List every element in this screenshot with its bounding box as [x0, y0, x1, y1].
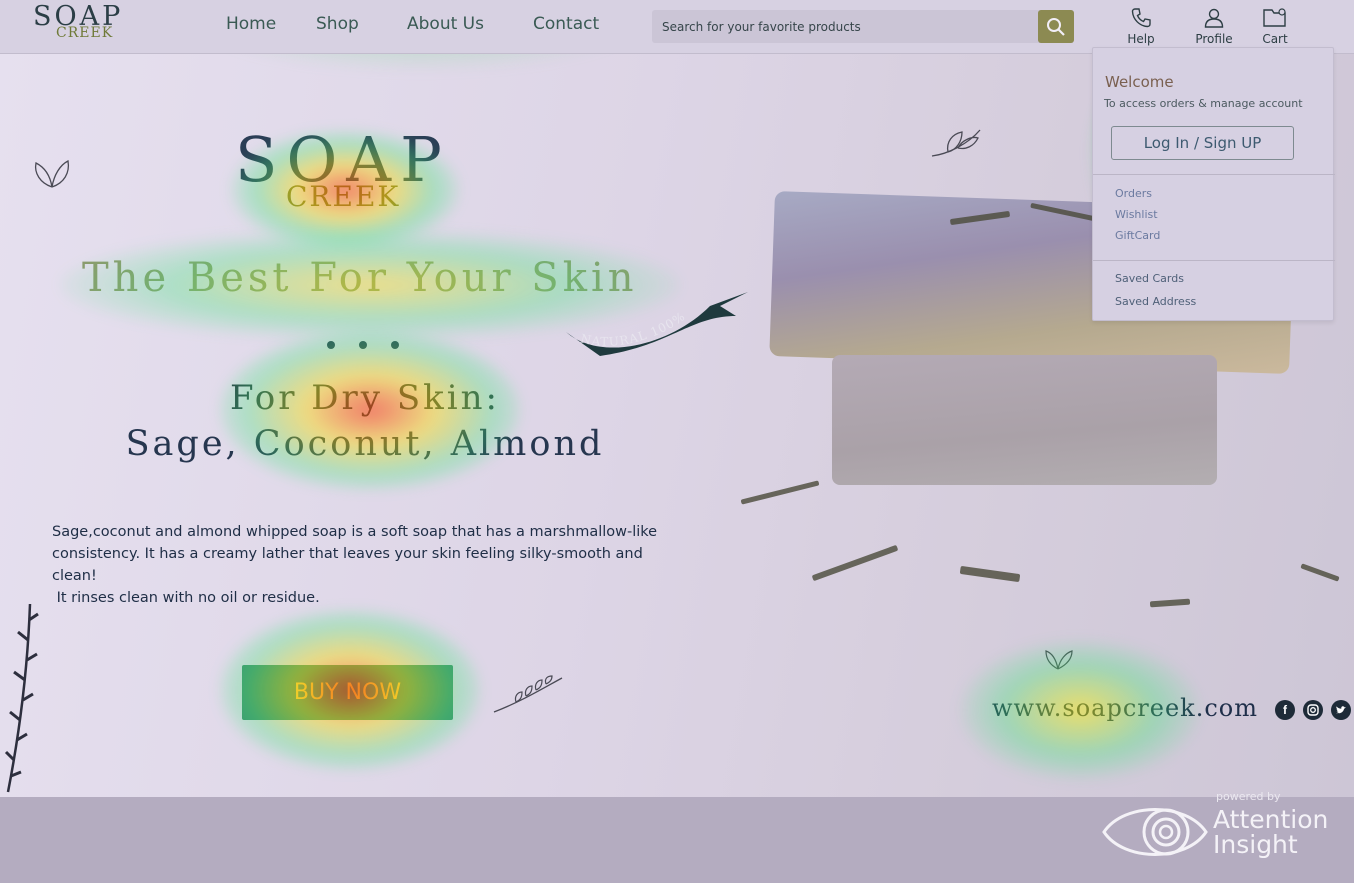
facebook-icon[interactable]: f — [1275, 700, 1295, 720]
natural-100-badge: NATURAL 100% — [566, 292, 748, 356]
profile-button[interactable]: Profile — [1184, 6, 1244, 50]
header-logo[interactable]: SOAP CREEK — [33, 1, 143, 45]
powered-by-label: powered by — [1216, 790, 1281, 803]
help-label: Help — [1127, 32, 1155, 46]
search-icon — [1047, 17, 1065, 36]
buy-now-button[interactable]: BUY NOW — [242, 665, 453, 720]
twitter-icon[interactable] — [1331, 700, 1351, 720]
herb-sprig — [740, 480, 820, 505]
profile-dropdown: Welcome To access orders & manage accoun… — [1092, 47, 1335, 321]
help-button[interactable]: Help — [1111, 6, 1171, 50]
website-link[interactable]: www.soapcreek.com — [992, 694, 1258, 722]
cart-label: Cart — [1262, 32, 1288, 46]
dropdown-wishlist-link[interactable]: Wishlist — [1115, 208, 1158, 221]
leaf-decoration-icon — [34, 160, 70, 188]
attention-insight-watermark: powered by Attention Insight — [1100, 790, 1350, 878]
search-input[interactable] — [662, 10, 1032, 43]
search-button[interactable] — [1038, 10, 1074, 43]
profile-label: Profile — [1195, 32, 1233, 46]
herb-sprig — [1300, 563, 1340, 582]
nav-home[interactable]: Home — [226, 14, 276, 34]
nav-shop[interactable]: Shop — [316, 14, 359, 34]
logo-subtitle: CREEK — [56, 25, 114, 41]
herb-sprig — [811, 544, 899, 582]
nav-about-us[interactable]: About Us — [407, 14, 484, 34]
dropdown-divider — [1093, 260, 1335, 261]
instagram-icon[interactable] — [1303, 700, 1323, 720]
insight-wordmark: Insight — [1213, 830, 1298, 859]
hero-tagline: The Best For Your Skin — [82, 255, 638, 301]
dropdown-giftcard-link[interactable]: GiftCard — [1115, 229, 1160, 242]
stem-decoration-icon — [4, 603, 39, 793]
hero-logo-subtitle: CREEK — [286, 180, 401, 213]
phone-icon — [1131, 8, 1151, 28]
eye-logo-icon — [1102, 808, 1208, 856]
dropdown-welcome: Welcome — [1105, 73, 1174, 91]
site-header: SOAP CREEK Home Shop About Us Contact He… — [0, 0, 1354, 54]
herb-sprig — [1149, 598, 1191, 608]
login-signup-button[interactable]: Log In / Sign UP — [1111, 126, 1294, 160]
badge-text: NATURAL 100% — [579, 309, 687, 349]
product-title: For Dry Skin: — [230, 378, 500, 418]
search-bar — [652, 10, 1074, 43]
user-icon — [1204, 8, 1224, 28]
description-line: clean! — [52, 568, 97, 584]
description-line: Sage,coconut and almond whipped soap is … — [52, 524, 658, 540]
soap-bar-middle — [832, 355, 1217, 485]
dropdown-orders-link[interactable]: Orders — [1115, 187, 1152, 200]
svg-text:NATURAL 100%: NATURAL 100% — [579, 309, 688, 349]
nav-contact[interactable]: Contact — [533, 14, 599, 34]
product-ingredients: Sage, Coconut, Almond — [125, 424, 605, 464]
cart-icon — [1263, 8, 1286, 27]
leaf-decoration-icon — [931, 129, 981, 157]
product-description: Sage,coconut and almond whipped soap is … — [52, 521, 732, 609]
branch-decoration-icon — [493, 675, 563, 713]
divider-dots — [325, 337, 405, 351]
dropdown-description: To access orders & manage account — [1104, 97, 1303, 110]
herb-sprig — [959, 565, 1021, 583]
description-line: consistency. It has a creamy lather that… — [52, 546, 643, 562]
leaf-decoration-icon — [1045, 650, 1073, 670]
cart-button[interactable]: Cart — [1245, 6, 1305, 50]
dropdown-saved-cards-link[interactable]: Saved Cards — [1115, 272, 1184, 285]
description-line: It rinses clean with no oil or residue. — [52, 590, 320, 606]
dropdown-divider — [1093, 174, 1335, 175]
dropdown-saved-address-link[interactable]: Saved Address — [1115, 295, 1196, 308]
